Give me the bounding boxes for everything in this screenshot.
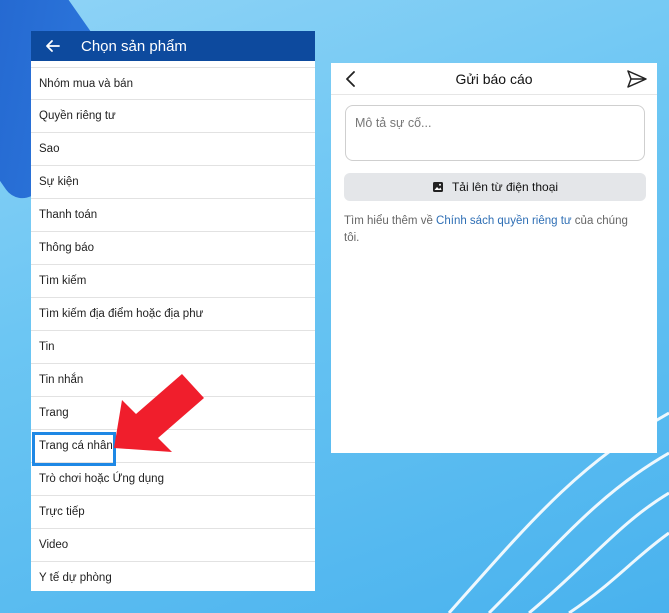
description-input[interactable]: Mô tả sự cố...: [345, 105, 645, 161]
report-header: Gửi báo cáo: [331, 63, 657, 95]
red-arrow-icon: [114, 374, 204, 452]
chevron-left-icon[interactable]: [341, 69, 361, 89]
product-list: Nhóm mua và bán Quyền riêng tư Sao Sự ki…: [31, 67, 315, 591]
upload-label: Tải lên từ điện thoại: [451, 180, 559, 194]
list-item-tro-choi[interactable]: Trò chơi hoặc Ứng dụng: [31, 463, 315, 496]
arrow-left-icon[interactable]: [43, 36, 63, 56]
page-title: Chọn sản phẩm: [81, 37, 187, 55]
list-item-thanh-toan[interactable]: Thanh toán: [31, 199, 315, 232]
image-icon: [432, 181, 444, 193]
upload-button[interactable]: Tải lên từ điện thoại: [344, 173, 646, 201]
list-item-tim-kiem[interactable]: Tìm kiếm: [31, 265, 315, 298]
product-selector-panel: Chọn sản phẩm Nhóm mua và bán Quyền riên…: [31, 31, 315, 591]
list-item-quyen-rieng-tu[interactable]: Quyền riêng tư: [31, 100, 315, 133]
list-item-tin[interactable]: Tin: [31, 331, 315, 364]
highlight-box: [32, 432, 116, 466]
report-title: Gửi báo cáo: [455, 70, 533, 87]
send-icon[interactable]: [627, 69, 647, 89]
list-item-nhom-mua-va-ban[interactable]: Nhóm mua và bán: [31, 67, 315, 100]
privacy-policy-link[interactable]: Chính sách quyền riêng tư: [436, 215, 572, 227]
list-item-tim-kiem-dia-diem[interactable]: Tìm kiếm địa điểm hoặc địa phư: [31, 298, 315, 331]
info-prefix: Tìm hiểu thêm về: [344, 215, 437, 227]
list-item-thong-bao[interactable]: Thông báo: [31, 232, 315, 265]
privacy-info: Tìm hiểu thêm về Chính sách quyền riêng …: [344, 213, 645, 247]
report-panel: Gửi báo cáo Mô tả sự cố... Tải lên từ đi…: [331, 63, 657, 453]
list-item-su-kien[interactable]: Sự kiện: [31, 166, 315, 199]
list-item-truc-tiep[interactable]: Trực tiếp: [31, 496, 315, 529]
list-item-video[interactable]: Video: [31, 529, 315, 562]
list-item-y-te-du-phong[interactable]: Y tế dự phòng: [31, 562, 315, 591]
list-item-sao[interactable]: Sao: [31, 133, 315, 166]
product-selector-header: Chọn sản phẩm: [31, 31, 315, 61]
